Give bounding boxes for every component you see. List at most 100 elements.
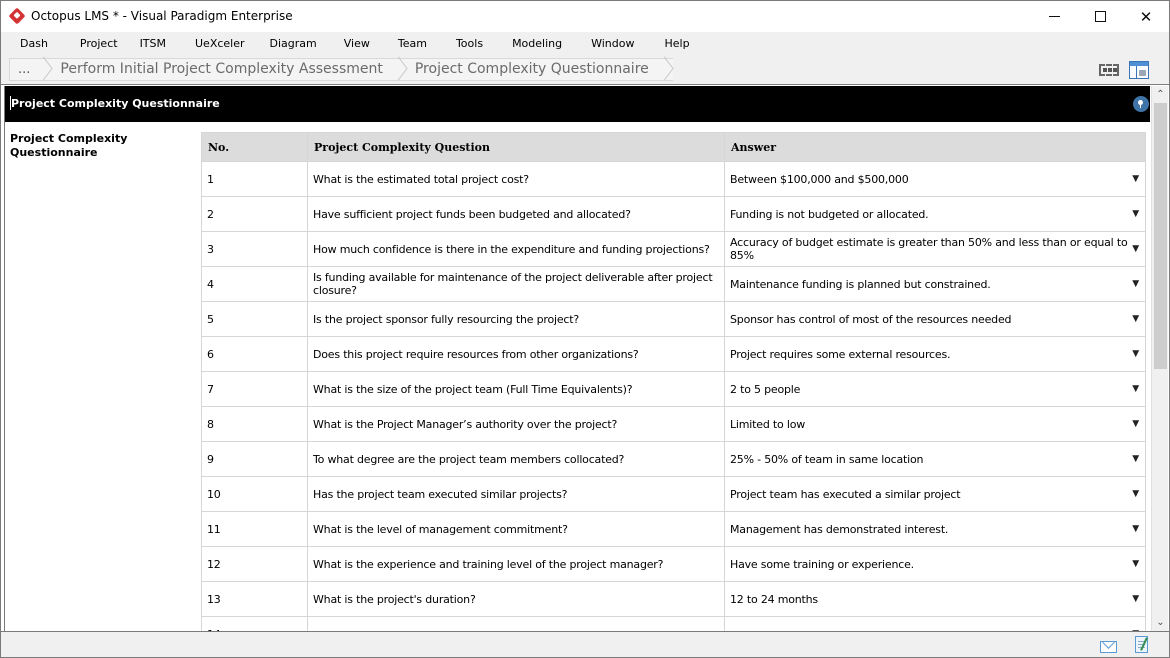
question-cell: Have sufficient project funds been budge… (307, 196, 725, 232)
menu-window[interactable]: Window (574, 32, 646, 55)
menu-view[interactable]: View (329, 32, 382, 55)
table-row: 9 To what degree are the project team mem… (201, 441, 1146, 477)
answer-dropdown[interactable]: Maintenance funding is planned but const… (724, 266, 1146, 302)
menu-diagram[interactable]: Diagram (257, 32, 329, 55)
row-number: 14 (201, 616, 308, 631)
table-row: 1 What is the estimated total project cos… (201, 161, 1146, 197)
dropdown-arrow-icon[interactable]: ▼ (1132, 524, 1139, 534)
panel-header (1130, 62, 1148, 66)
menu-project[interactable]: Project (60, 32, 130, 55)
vertical-scrollbar[interactable]: ⌃ ⌄ (1151, 86, 1168, 631)
answer-dropdown[interactable]: Sponsor has control of most of the resou… (724, 301, 1146, 337)
table-row: 14 ▼ (201, 616, 1146, 631)
menu-tools[interactable]: Tools (439, 32, 495, 55)
table-row: 4 Is funding available for maintenance of… (201, 266, 1146, 302)
scroll-up-button[interactable]: ⌃ (1152, 86, 1169, 103)
answer-dropdown[interactable]: Project team has executed a similar proj… (724, 476, 1146, 512)
answer-dropdown[interactable]: ▼ (724, 616, 1146, 631)
dropdown-arrow-icon[interactable]: ▼ (1132, 174, 1139, 184)
panel-settings-icon[interactable] (1129, 61, 1149, 79)
scroll-down-button[interactable]: ⌄ (1152, 614, 1169, 631)
menu-itsm[interactable]: ITSM (130, 32, 178, 55)
answer-dropdown[interactable]: Management has demonstrated interest. ▼ (724, 511, 1146, 547)
dropdown-arrow-icon[interactable]: ▼ (1132, 209, 1139, 219)
dropdown-arrow-icon[interactable]: ▼ (1132, 559, 1139, 569)
mail-icon[interactable] (1100, 641, 1117, 653)
answer-value: Accuracy of budget estimate is greater t… (730, 236, 1128, 262)
answer-dropdown[interactable]: 25% - 50% of team in same location ▼ (724, 441, 1146, 477)
menu-help[interactable]: Help (646, 32, 701, 55)
answer-value: 2 to 5 people (730, 382, 801, 396)
pin-icon[interactable] (1133, 96, 1149, 112)
gear-icon (1139, 70, 1146, 76)
dropdown-arrow-icon[interactable]: ▼ (1132, 384, 1139, 394)
dropdown-arrow-icon[interactable]: ▼ (1132, 419, 1139, 429)
dropdown-arrow-icon[interactable]: ▼ (1132, 314, 1139, 324)
answer-dropdown[interactable]: Funding is not budgeted or allocated. ▼ (724, 196, 1146, 232)
close-button[interactable]: ✕ (1123, 1, 1169, 32)
menu-team[interactable]: Team (382, 32, 439, 55)
answer-value: Management has demonstrated interest. (730, 522, 949, 536)
column-header-question: Project Complexity Question (307, 132, 725, 162)
question-cell: Does this project require resources from… (307, 336, 725, 372)
answer-dropdown[interactable]: Limited to low ▼ (724, 406, 1146, 442)
minimize-button[interactable] (1031, 1, 1077, 32)
row-number: 4 (201, 266, 308, 302)
table-row: 3 How much confidence is there in the exp… (201, 231, 1146, 267)
dropdown-arrow-icon[interactable]: ▼ (1132, 454, 1139, 464)
menu-uexceler[interactable]: UeXceler (178, 32, 257, 55)
breadcrumb-separator (393, 59, 407, 80)
close-icon: ✕ (1139, 7, 1153, 26)
answer-value: Project requires some external resources… (730, 347, 951, 361)
app-window: Octopus LMS * - Visual Paradigm Enterpri… (0, 0, 1170, 658)
table-header-row: No. Project Complexity Question Answer (201, 132, 1146, 162)
row-number: 9 (201, 441, 308, 477)
fit-to-window-icon[interactable] (1098, 61, 1120, 79)
question-cell: What is the experience and training leve… (307, 546, 725, 582)
status-bar (1, 631, 1169, 657)
breadcrumb-item-initial-assessment[interactable]: Perform Initial Project Complexity Asses… (52, 59, 392, 80)
answer-dropdown[interactable]: 2 to 5 people ▼ (724, 371, 1146, 407)
dropdown-arrow-icon[interactable]: ▼ (1132, 244, 1139, 254)
dropdown-arrow-icon[interactable]: ▼ (1132, 489, 1139, 499)
row-number: 5 (201, 301, 308, 337)
chevron-up-icon: ⌃ (1156, 89, 1165, 100)
breadcrumb: ... Perform Initial Project Complexity A… (9, 58, 673, 81)
dropdown-arrow-icon[interactable]: ▼ (1132, 349, 1139, 359)
title-bar: Octopus LMS * - Visual Paradigm Enterpri… (1, 1, 1169, 32)
answer-dropdown[interactable]: Accuracy of budget estimate is greater t… (724, 231, 1146, 267)
maximize-button[interactable] (1077, 1, 1123, 32)
row-number: 1 (201, 161, 308, 197)
column-header-answer: Answer (724, 132, 1146, 162)
answer-value: Between $100,000 and $500,000 (730, 172, 909, 186)
table-row: 12 What is the experience and training le… (201, 546, 1146, 582)
row-number: 11 (201, 511, 308, 547)
question-cell (307, 616, 725, 631)
table-row: 5 Is the project sponsor fully resourcing… (201, 301, 1146, 337)
row-number: 8 (201, 406, 308, 442)
scrollbar-thumb[interactable] (1154, 103, 1167, 369)
dropdown-arrow-icon[interactable]: ▼ (1132, 279, 1139, 289)
questionnaire-table: No. Project Complexity Question Answer 1… (201, 132, 1146, 631)
menu-modeling[interactable]: Modeling (495, 32, 574, 55)
answer-dropdown[interactable]: Between $100,000 and $500,000 ▼ (724, 161, 1146, 197)
table-row: 13 What is the project's duration? 12 to 2… (201, 581, 1146, 617)
answer-dropdown[interactable]: 12 to 24 months ▼ (724, 581, 1146, 617)
answer-value: 25% - 50% of team in same location (730, 452, 924, 466)
maximize-icon (1094, 11, 1106, 22)
panel-divider (1136, 66, 1137, 78)
row-number: 6 (201, 336, 308, 372)
breadcrumb-separator (659, 59, 673, 80)
breadcrumb-item-questionnaire[interactable]: Project Complexity Questionnaire (407, 59, 659, 80)
column-header-no: No. (201, 132, 308, 162)
menu-dash[interactable]: Dash (8, 32, 60, 55)
note-icon[interactable] (1135, 636, 1148, 653)
question-cell: What is the level of management commitme… (307, 511, 725, 547)
answer-dropdown[interactable]: Have some training or experience. ▼ (724, 546, 1146, 582)
dropdown-arrow-icon[interactable]: ▼ (1132, 594, 1139, 604)
page-title[interactable]: Project Complexity Questionnaire (11, 97, 220, 110)
questionnaire-content: Project Complexity Questionnaire Project… (4, 86, 1150, 631)
question-cell: Has the project team executed similar pr… (307, 476, 725, 512)
answer-dropdown[interactable]: Project requires some external resources… (724, 336, 1146, 372)
row-number: 13 (201, 581, 308, 617)
